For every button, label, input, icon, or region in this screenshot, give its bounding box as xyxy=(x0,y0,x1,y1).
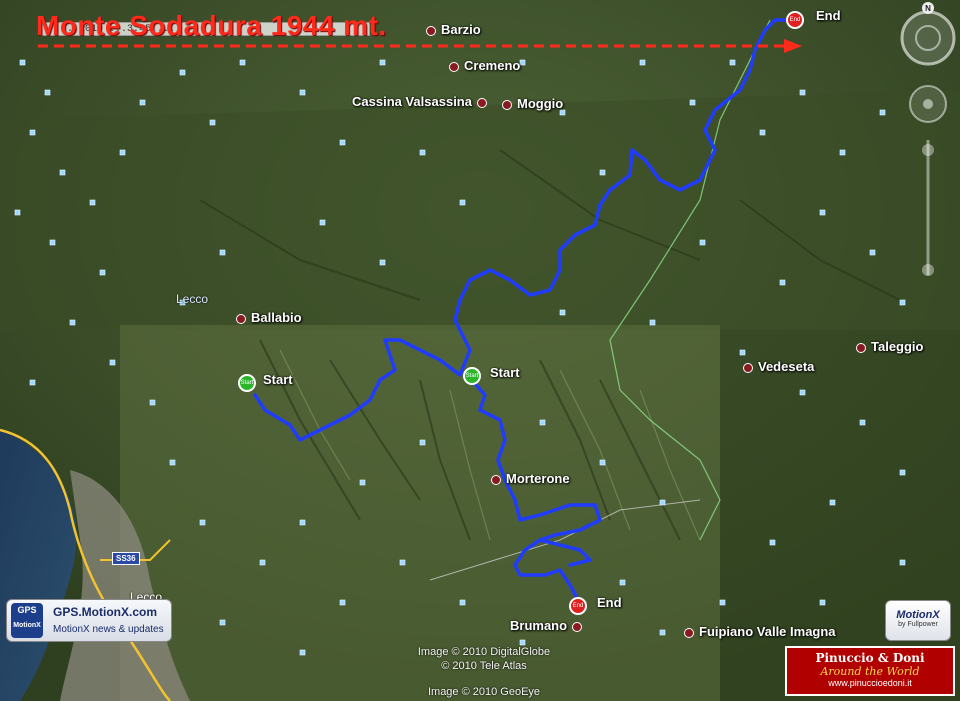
motionx-name: MotionX xyxy=(896,609,940,621)
watermark-title: Pinuccio & Doni xyxy=(815,651,925,665)
end-label: End xyxy=(597,595,622,610)
place-dot-icon xyxy=(743,362,753,373)
compass-ring-icon xyxy=(900,10,956,66)
watermark-url: www.pinuccioedoni.it xyxy=(828,678,912,688)
place-ballabio[interactable]: Ballabio xyxy=(236,310,302,325)
place-vedeseta[interactable]: Vedeseta xyxy=(743,359,814,374)
gps-logo-icon: GPS MotionX xyxy=(11,603,43,638)
place-morterone[interactable]: Morterone xyxy=(491,471,570,486)
motionx-sub: by Fullpower xyxy=(898,621,938,628)
place-moggio[interactable]: Moggio xyxy=(502,96,563,111)
place-dot-icon xyxy=(572,621,583,632)
end-pin-icon[interactable]: End xyxy=(786,11,804,29)
town-label-lecco: Lecco xyxy=(176,292,209,306)
pinuccio-doni-watermark: Pinuccio & Doni Around the World www.pin… xyxy=(785,646,955,696)
place-fuipiano[interactable]: Fuipiano Valle Imagna xyxy=(684,624,836,639)
place-dot-icon xyxy=(684,627,694,638)
place-dot-icon xyxy=(426,25,436,36)
gps-url-link[interactable]: GPS.MotionX.com xyxy=(53,605,157,619)
watermark-subtitle: Around the World xyxy=(820,665,920,678)
place-brumano[interactable]: Brumano xyxy=(510,618,587,633)
place-dot-icon xyxy=(491,474,501,485)
imagery-credit-3: Image © 2010 GeoEye xyxy=(427,686,541,698)
place-dot-icon xyxy=(476,97,487,108)
map-navigation-controls[interactable]: N xyxy=(898,0,958,300)
start-label: Start xyxy=(490,365,520,380)
motionx-badge[interactable]: MotionX by Fullpower xyxy=(885,600,951,641)
place-dot-icon xyxy=(236,313,246,324)
start-pin-icon[interactable]: Start xyxy=(463,367,481,385)
place-barzio[interactable]: Barzio xyxy=(426,22,481,37)
end-pin-icon[interactable]: End xyxy=(569,597,587,615)
place-cremeno[interactable]: Cremeno xyxy=(449,58,520,73)
place-taleggio[interactable]: Taleggio xyxy=(856,339,923,354)
imagery-credit-2: © 2010 Tele Atlas xyxy=(441,660,527,672)
place-dot-icon xyxy=(502,99,512,110)
start-pin-icon[interactable]: Start xyxy=(238,374,256,392)
place-dot-icon xyxy=(449,61,459,72)
place-cassina-valsassina[interactable]: Cassina Valsassina xyxy=(352,94,492,109)
gps-motionx-banner[interactable]: GPS MotionX GPS.MotionX.com MotionX news … xyxy=(6,599,172,642)
start-label: Start xyxy=(263,372,293,387)
svg-text:N: N xyxy=(925,4,931,13)
road-badge-ss36: SS36 xyxy=(112,552,140,565)
end-label: End xyxy=(816,8,841,23)
dashed-arrow-icon xyxy=(38,39,802,53)
imagery-credit-1: Image © 2010 DigitalGlobe xyxy=(417,646,551,658)
gps-news-link[interactable]: MotionX news & updates xyxy=(53,624,164,635)
place-dot-icon xyxy=(856,342,866,353)
